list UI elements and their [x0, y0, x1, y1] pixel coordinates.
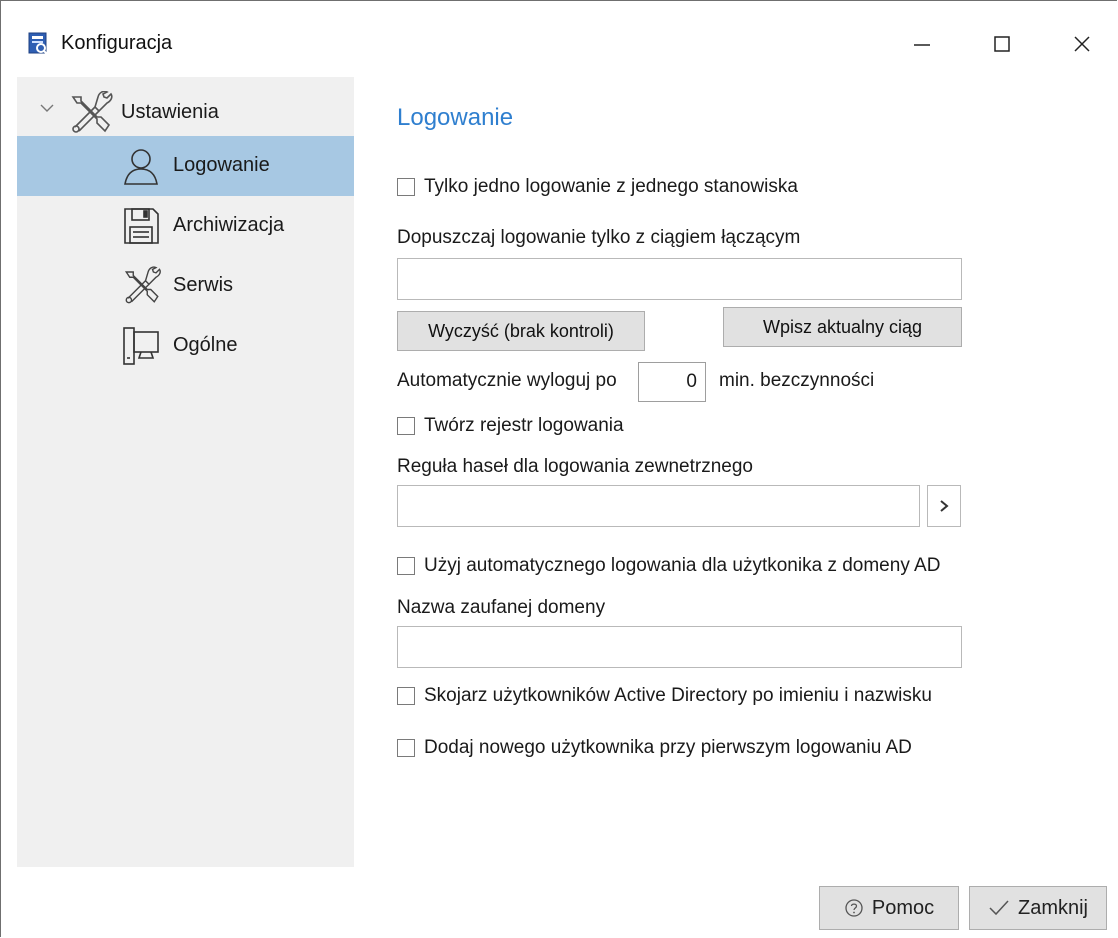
trusted-domain-label: Nazwa zaufanej domeny: [397, 597, 606, 618]
auto-logout-prefix: Automatycznie wyloguj po: [397, 370, 617, 391]
sidebar-item-serwis[interactable]: Serwis: [17, 256, 354, 316]
close-button-label: Zamknij: [1017, 896, 1088, 919]
match-ad-users-checkbox-row[interactable]: Skojarz użytkowników Active Directory po…: [397, 684, 932, 708]
close-dialog-button[interactable]: Zamknij: [969, 886, 1107, 930]
login-register-checkbox-row[interactable]: Twórz rejestr logowania: [397, 414, 624, 438]
trusted-domain-input[interactable]: [397, 626, 962, 668]
password-rule-browse-button[interactable]: [927, 485, 961, 527]
settings-tree: Ustawienia Logowanie Archiwizacja Serwis…: [17, 77, 354, 867]
sidebar-item-logowanie[interactable]: Logowanie: [17, 136, 354, 196]
app-icon: [28, 32, 50, 56]
chevron-down-icon[interactable]: [39, 101, 55, 119]
password-rule-label: Reguła haseł dla logowania zewnetrznego: [397, 456, 753, 477]
sidebar-item-label: Ogólne: [173, 334, 238, 356]
configuration-window: Konfiguracja Ustawienia Logowanie Archiw…: [0, 0, 1117, 937]
floppy-disk-icon: [121, 206, 161, 246]
settings-panel: Logowanie Tylko jedno logowanie z jedneg…: [397, 1, 1097, 901]
checkmark-icon: [988, 899, 1010, 917]
tree-root-ustawienia[interactable]: Ustawienia: [17, 87, 354, 137]
user-icon: [121, 146, 161, 186]
tools-icon: [67, 90, 115, 140]
enter-current-string-button[interactable]: Wpisz aktualny ciąg: [723, 307, 962, 347]
connection-string-input[interactable]: [397, 258, 962, 300]
single-login-checkbox-row[interactable]: Tylko jedno logowanie z jednego stanowis…: [397, 175, 798, 199]
auto-logout-suffix: min. bezczynności: [719, 370, 875, 391]
login-register-label: Twórz rejestr logowania: [424, 415, 624, 436]
auto-login-ad-checkbox[interactable]: [397, 557, 415, 575]
password-rule-input[interactable]: [397, 485, 920, 527]
help-button[interactable]: Pomoc: [819, 886, 959, 930]
single-login-checkbox[interactable]: [397, 178, 415, 196]
single-login-label: Tylko jedno logowanie z jednego stanowis…: [424, 176, 798, 197]
login-register-checkbox[interactable]: [397, 417, 415, 435]
match-ad-users-checkbox[interactable]: [397, 687, 415, 705]
sidebar-item-label: Serwis: [173, 274, 234, 296]
help-icon: [844, 898, 864, 918]
sidebar-item-archiwizacja[interactable]: Archiwizacja: [17, 196, 354, 256]
sidebar-item-ogolne[interactable]: Ogólne: [17, 316, 354, 376]
sidebar-item-label: Logowanie: [173, 154, 270, 176]
page-title: Logowanie: [397, 104, 514, 131]
clear-button[interactable]: Wyczyść (brak kontroli): [397, 311, 645, 351]
auto-login-ad-checkbox-row[interactable]: Użyj automatycznego logowania dla użytko…: [397, 554, 940, 578]
window-title: Konfiguracja: [61, 32, 173, 54]
tools-icon: [121, 266, 161, 306]
tree-root-label: Ustawienia: [121, 101, 219, 123]
auto-logout-minutes-input[interactable]: 0: [638, 362, 706, 402]
add-new-user-checkbox-row[interactable]: Dodaj nowego użytkownika przy pierwszym …: [397, 736, 912, 760]
add-new-user-checkbox[interactable]: [397, 739, 415, 757]
auto-login-ad-label: Użyj automatycznego logowania dla użytko…: [424, 555, 941, 576]
chevron-right-icon: [940, 500, 949, 512]
sidebar-item-label: Archiwizacja: [173, 214, 285, 236]
add-new-user-label: Dodaj nowego użytkownika przy pierwszym …: [424, 737, 912, 758]
connection-string-label: Dopuszczaj logowanie tylko z ciągiem łąc…: [397, 227, 801, 248]
match-ad-users-label: Skojarz użytkowników Active Directory po…: [424, 685, 932, 706]
help-button-label: Pomoc: [871, 896, 935, 919]
computer-icon: [121, 326, 161, 366]
